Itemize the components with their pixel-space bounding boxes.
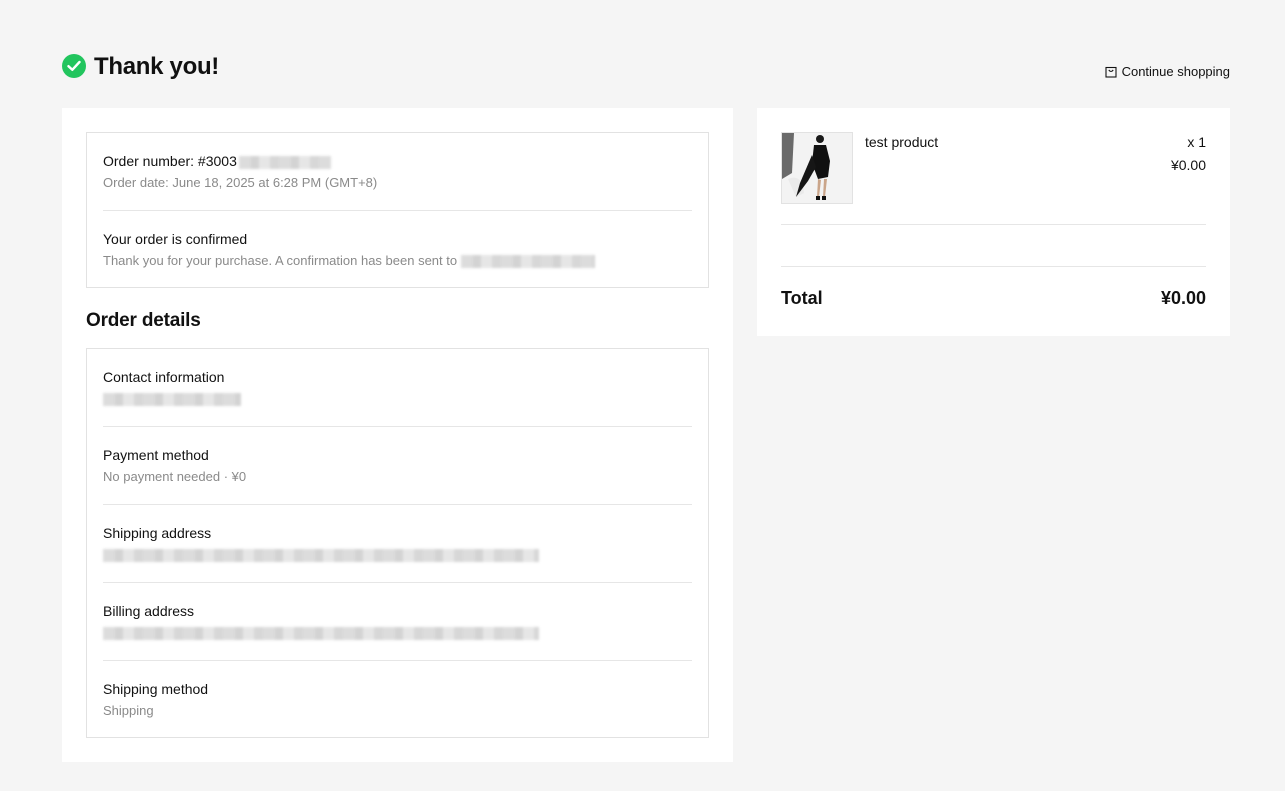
order-number-row: Order number: #3003 Order date: June 18,…	[103, 152, 692, 192]
order-number: Order number: #3003	[103, 153, 237, 169]
divider	[103, 660, 692, 661]
payment-method-value: No payment needed · ¥0	[103, 469, 247, 484]
redacted-order-number	[238, 155, 331, 169]
shipping-address-row: Shipping address	[103, 524, 692, 564]
continue-shopping-label: Continue shopping	[1121, 64, 1230, 79]
product-price: ¥0.00	[1170, 157, 1206, 173]
redacted-billing-address	[103, 627, 539, 641]
divider	[103, 210, 692, 211]
divider	[781, 224, 1206, 225]
page-title: Thank you!	[94, 53, 220, 80]
product-name[interactable]: test product	[865, 134, 938, 150]
total-label: Total	[781, 288, 823, 308]
shipping-address-label: Shipping address	[103, 525, 212, 541]
shipping-method-row: Shipping method Shipping	[103, 680, 692, 720]
order-confirmed-title: Your order is confirmed	[103, 231, 248, 247]
payment-method-row: Payment method No payment needed · ¥0	[103, 446, 692, 486]
order-info-panel: Order number: #3003 Order date: June 18,…	[62, 108, 733, 762]
divider	[781, 266, 1206, 267]
shipping-method-value: Shipping	[103, 703, 154, 718]
product-image	[782, 133, 852, 203]
order-confirmed-row: Your order is confirmed Thank you for yo…	[103, 230, 692, 270]
page-header: Thank you! Continue shopping	[62, 52, 1230, 82]
order-details-card: Contact information Payment method No pa…	[86, 348, 709, 738]
total-value: ¥0.00	[1160, 288, 1206, 308]
divider	[103, 426, 692, 427]
divider	[103, 582, 692, 583]
cart-summary-panel: test product x 1 ¥0.00 Total ¥0.00	[757, 108, 1230, 336]
billing-address-label: Billing address	[103, 603, 195, 619]
contact-info-label: Contact information	[103, 369, 225, 385]
check-circle-icon	[62, 54, 86, 78]
shipping-method-label: Shipping method	[103, 681, 209, 697]
order-date: Order date: June 18, 2025 at 6:28 PM (GM…	[103, 175, 378, 190]
billing-address-row: Billing address	[103, 602, 692, 642]
order-status-card: Order number: #3003 Order date: June 18,…	[86, 132, 709, 288]
order-confirmed-text: Thank you for your purchase. A confirmat…	[103, 253, 458, 268]
redacted-contact	[103, 393, 241, 407]
redacted-email	[460, 255, 595, 269]
order-details-title: Order details	[86, 310, 201, 331]
continue-shopping-link[interactable]: Continue shopping	[1105, 64, 1230, 79]
product-quantity: x 1	[1187, 134, 1206, 150]
payment-method-label: Payment method	[103, 447, 209, 463]
contact-info-row: Contact information	[103, 368, 692, 408]
product-thumbnail[interactable]	[781, 132, 853, 204]
shopping-bag-icon	[1105, 66, 1117, 78]
redacted-shipping-address	[103, 549, 539, 563]
divider	[103, 504, 692, 505]
